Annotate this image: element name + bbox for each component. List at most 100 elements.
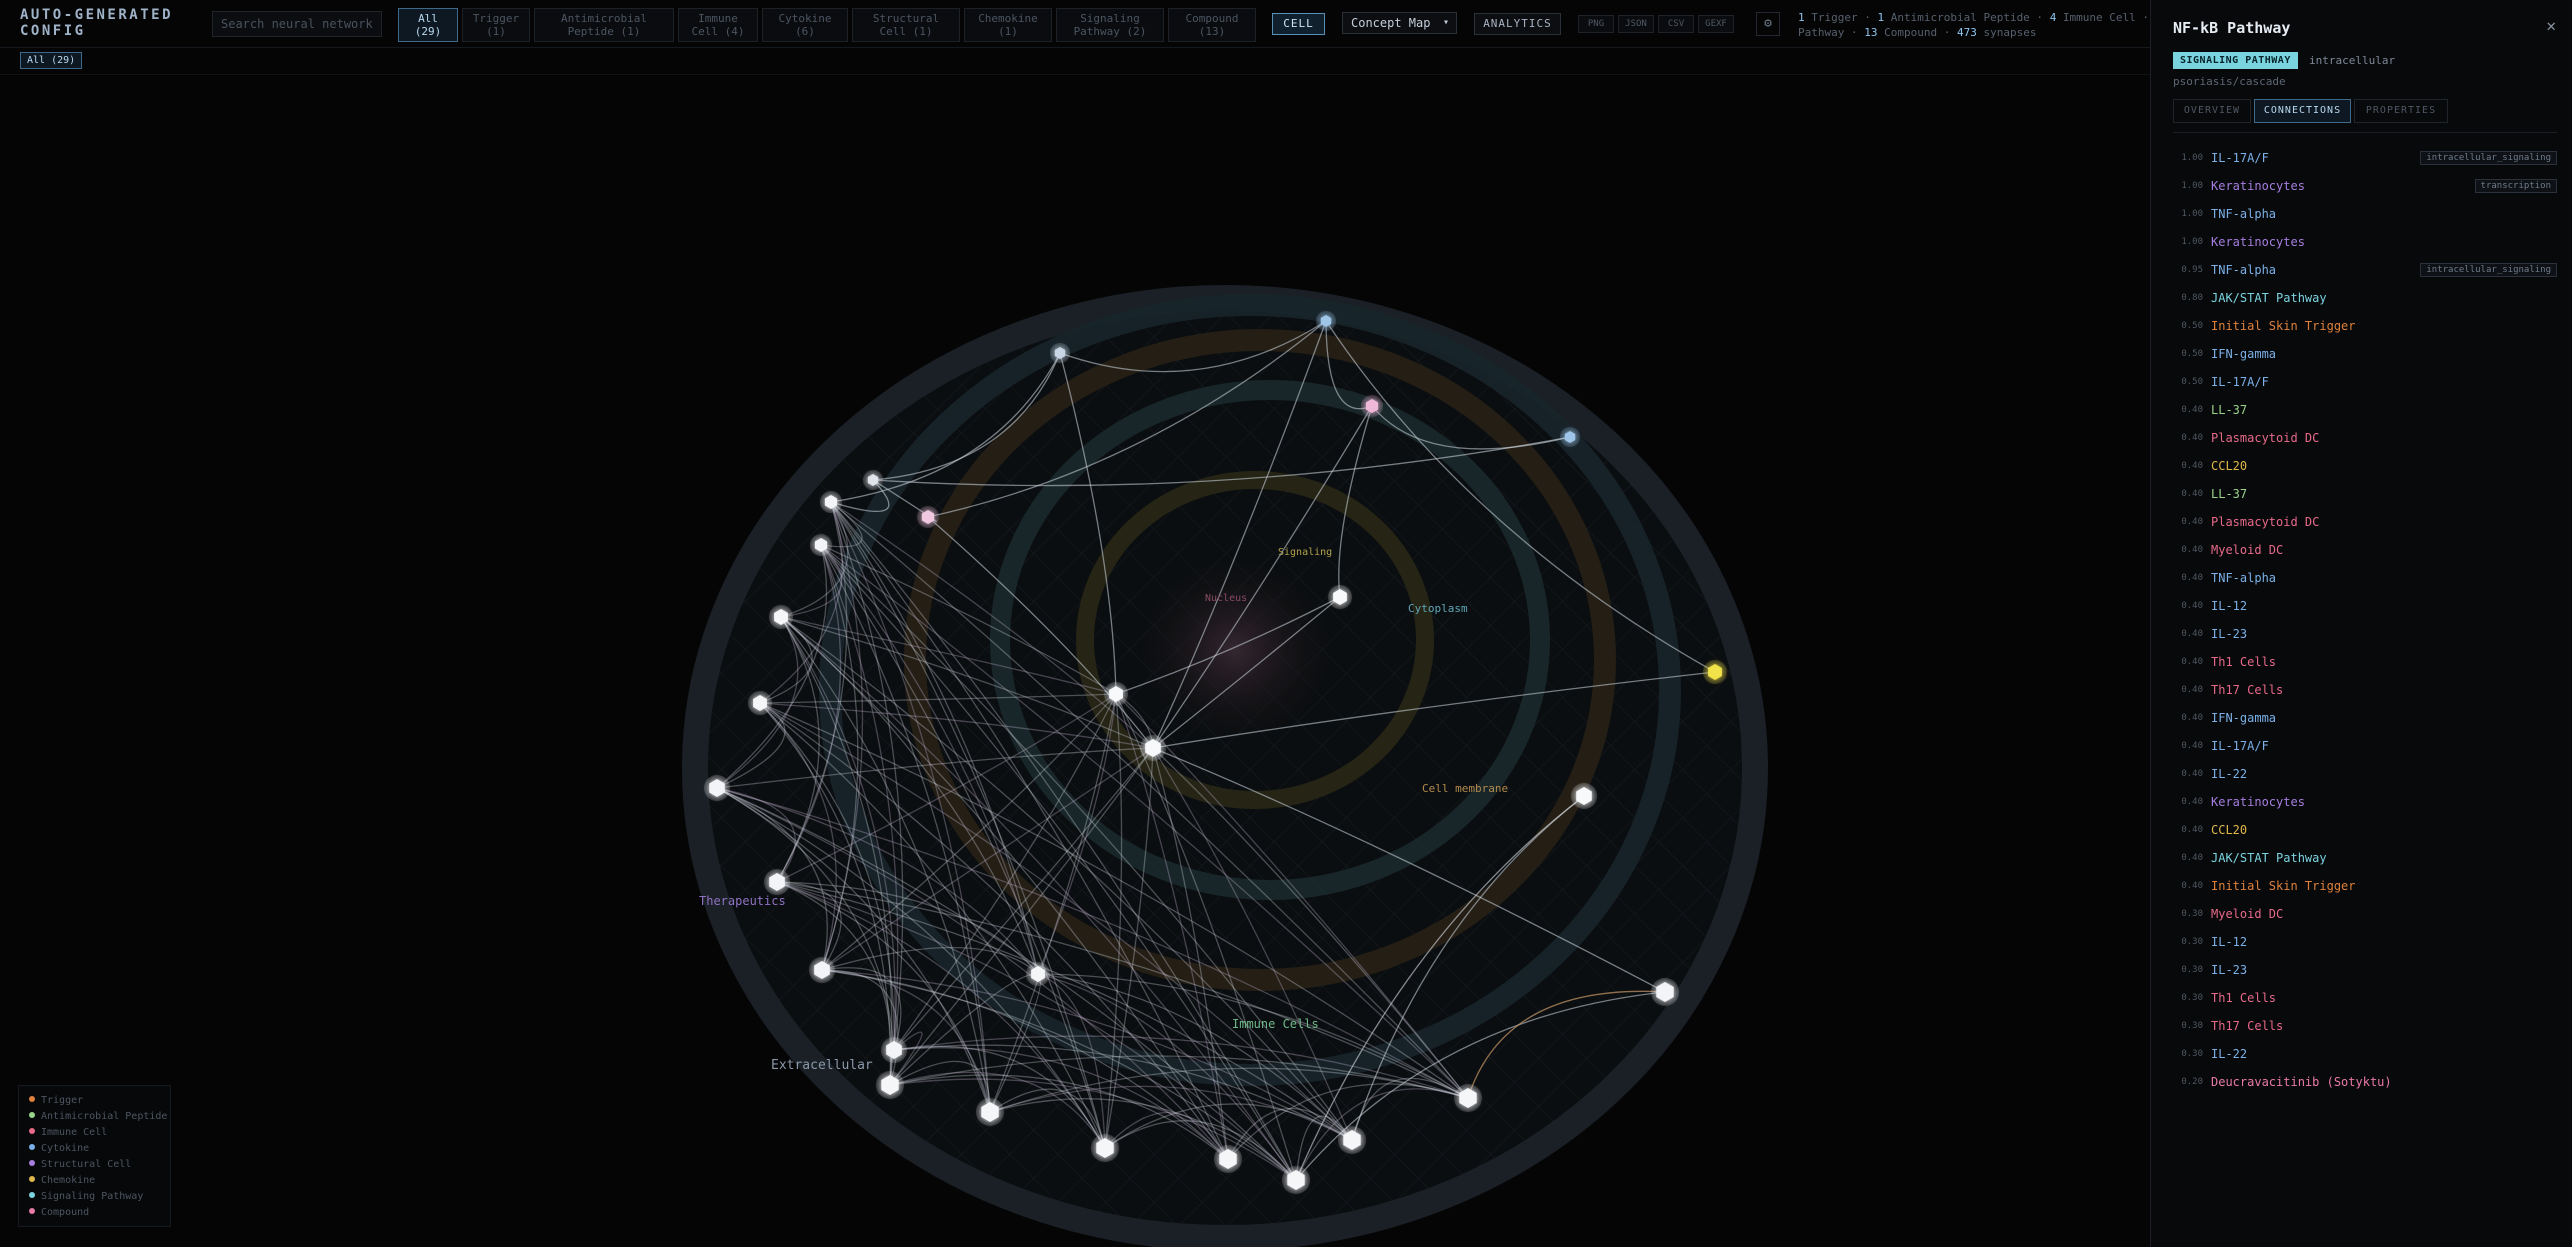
filter-immune[interactable]: Immune Cell (4): [678, 8, 758, 42]
connection-row[interactable]: 1.00 IL-17A/F intracellular_signaling: [2173, 144, 2557, 172]
zone-label-signaling: Signaling: [1278, 547, 1332, 558]
connection-row[interactable]: 0.50 IL-17A/F: [2173, 368, 2557, 396]
export-gexf-button[interactable]: GEXF: [1698, 15, 1734, 33]
connection-name: Keratinocytes: [2211, 795, 2305, 809]
connection-row[interactable]: 0.40 JAK/STAT Pathway: [2173, 844, 2557, 872]
tab-overview[interactable]: OVERVIEW: [2173, 99, 2251, 123]
connection-row[interactable]: 0.40 IL-17A/F: [2173, 732, 2557, 760]
connection-name: Keratinocytes: [2211, 179, 2305, 193]
connection-row[interactable]: 1.00 TNF-alpha: [2173, 200, 2557, 228]
legend-item: Trigger: [29, 1093, 160, 1109]
node-detail-panel: NF-kB Pathway ✕ SIGNALING PATHWAY intrac…: [2150, 0, 2572, 1247]
connection-name: Deucravacitinib (Sotyktu): [2211, 1075, 2392, 1089]
connection-name: IL-22: [2211, 1047, 2248, 1061]
stat-amp-count: 1: [1877, 11, 1885, 24]
connection-row[interactable]: 0.40 IL-22: [2173, 760, 2557, 788]
connection-row[interactable]: 0.50 IFN-gamma: [2173, 340, 2557, 368]
active-filter-chip[interactable]: All (29): [20, 52, 83, 69]
connection-row[interactable]: 0.40 Th1 Cells: [2173, 648, 2557, 676]
search-input[interactable]: [212, 11, 382, 37]
node-location: intracellular: [2309, 54, 2396, 67]
panel-divider: [2173, 132, 2557, 133]
connection-weight: 1.00: [2181, 237, 2203, 247]
filter-count: (13): [1198, 25, 1226, 38]
connection-row[interactable]: 0.40 Plasmacytoid DC: [2173, 424, 2557, 452]
connection-weight: 0.40: [2181, 881, 2203, 891]
connection-row[interactable]: 0.40 TNF-alpha: [2173, 564, 2557, 592]
panel-title: NF-kB Pathway: [2173, 19, 2291, 37]
tab-properties[interactable]: PROPERTIES: [2354, 99, 2448, 123]
connection-row[interactable]: 0.80 JAK/STAT Pathway: [2173, 284, 2557, 312]
filter-label: Antimicrobial: [560, 12, 648, 25]
connection-row[interactable]: 0.40 Plasmacytoid DC: [2173, 508, 2557, 536]
filter-count: (1): [486, 25, 506, 38]
connection-row[interactable]: 0.30 Myeloid DC: [2173, 900, 2557, 928]
cell-view-button[interactable]: CELL: [1272, 13, 1325, 35]
connection-row[interactable]: 0.40 IFN-gamma: [2173, 704, 2557, 732]
network-graph[interactable]: Nucleus Signaling Cytoplasm Cell membran…: [0, 0, 2150, 1247]
filter-trigger[interactable]: Trigger (1): [462, 8, 530, 42]
export-png-button[interactable]: PNG: [1578, 15, 1614, 33]
connection-row[interactable]: 0.30 Th1 Cells: [2173, 984, 2557, 1012]
connection-row[interactable]: 0.40 LL-37: [2173, 480, 2557, 508]
connection-row[interactable]: 0.30 IL-23: [2173, 956, 2557, 984]
filter-chemokine[interactable]: Chemokine (1): [964, 8, 1052, 42]
connection-row[interactable]: 0.30 IL-12: [2173, 928, 2557, 956]
stat-immune-count: 4: [2049, 11, 2057, 24]
tab-connections[interactable]: CONNECTIONS: [2254, 99, 2351, 123]
connection-name: TNF-alpha: [2211, 263, 2277, 277]
filter-compound[interactable]: Compound (13): [1168, 8, 1256, 42]
connection-row[interactable]: 0.40 Th17 Cells: [2173, 676, 2557, 704]
legend-item: Cytokine: [29, 1141, 160, 1157]
close-icon[interactable]: ✕: [2546, 16, 2556, 35]
connection-name: IL-23: [2211, 963, 2248, 977]
legend-label: Antimicrobial Peptide: [41, 1111, 168, 1122]
legend-label: Structural Cell: [41, 1159, 132, 1170]
filter-antimicrobial[interactable]: Antimicrobial Peptide (1): [534, 8, 674, 42]
filter-label: Compound: [1185, 12, 1239, 25]
filter-signaling[interactable]: Signaling Pathway (2): [1056, 8, 1164, 42]
connection-row[interactable]: 0.30 Th17 Cells: [2173, 1012, 2557, 1040]
filter-all[interactable]: All (29): [398, 8, 458, 42]
connection-weight: 0.40: [2181, 461, 2203, 471]
export-csv-button[interactable]: CSV: [1658, 15, 1694, 33]
connection-row[interactable]: 0.40 IL-12: [2173, 592, 2557, 620]
connection-name: IL-17A/F: [2211, 739, 2269, 753]
connection-row[interactable]: 0.20 Deucravacitinib (Sotyktu): [2173, 1068, 2557, 1096]
filter-label: Structural: [872, 12, 940, 25]
connection-weight: 0.30: [2181, 965, 2203, 975]
connection-row[interactable]: 0.40 LL-37: [2173, 396, 2557, 424]
connection-weight: 0.40: [2181, 657, 2203, 667]
connection-row[interactable]: 0.30 IL-22: [2173, 1040, 2557, 1068]
stat-trigger-count: 1: [1798, 11, 1805, 24]
connection-weight: 1.00: [2181, 181, 2203, 191]
filter-cytokine[interactable]: Cytokine (6): [762, 8, 848, 42]
connection-weight: 0.40: [2181, 405, 2203, 415]
analytics-button[interactable]: ANALYTICS: [1474, 13, 1561, 35]
connection-row[interactable]: 0.40 CCL20: [2173, 452, 2557, 480]
connection-name: IL-17A/F: [2211, 151, 2269, 165]
connection-row[interactable]: 0.50 Initial Skin Trigger: [2173, 312, 2557, 340]
connection-row[interactable]: 0.40 Keratinocytes: [2173, 788, 2557, 816]
view-mode-select[interactable]: Concept Map ▾: [1342, 12, 1457, 34]
connection-weight: 0.50: [2181, 377, 2203, 387]
connection-row[interactable]: 1.00 Keratinocytes: [2173, 228, 2557, 256]
connection-name: Plasmacytoid DC: [2211, 431, 2320, 445]
connection-row[interactable]: 0.40 CCL20: [2173, 816, 2557, 844]
connection-row[interactable]: 0.40 Initial Skin Trigger: [2173, 872, 2557, 900]
connection-name: IFN-gamma: [2211, 347, 2277, 361]
connection-row[interactable]: 0.95 TNF-alpha intracellular_signaling: [2173, 256, 2557, 284]
legend-dot-icon: [29, 1096, 35, 1102]
connection-row[interactable]: 0.40 IL-23: [2173, 620, 2557, 648]
connection-type-tag: transcription: [2474, 179, 2557, 193]
gear-icon[interactable]: ⚙: [1756, 12, 1780, 36]
connection-row[interactable]: 1.00 Keratinocytes transcription: [2173, 172, 2557, 200]
cell-zones: [682, 285, 1768, 1247]
connection-name: JAK/STAT Pathway: [2211, 291, 2327, 305]
export-json-button[interactable]: JSON: [1618, 15, 1654, 33]
connection-weight: 0.40: [2181, 601, 2203, 611]
connection-weight: 0.50: [2181, 349, 2203, 359]
connection-weight: 0.40: [2181, 629, 2203, 639]
filter-structural[interactable]: Structural Cell (1): [852, 8, 960, 42]
connection-row[interactable]: 0.40 Myeloid DC: [2173, 536, 2557, 564]
